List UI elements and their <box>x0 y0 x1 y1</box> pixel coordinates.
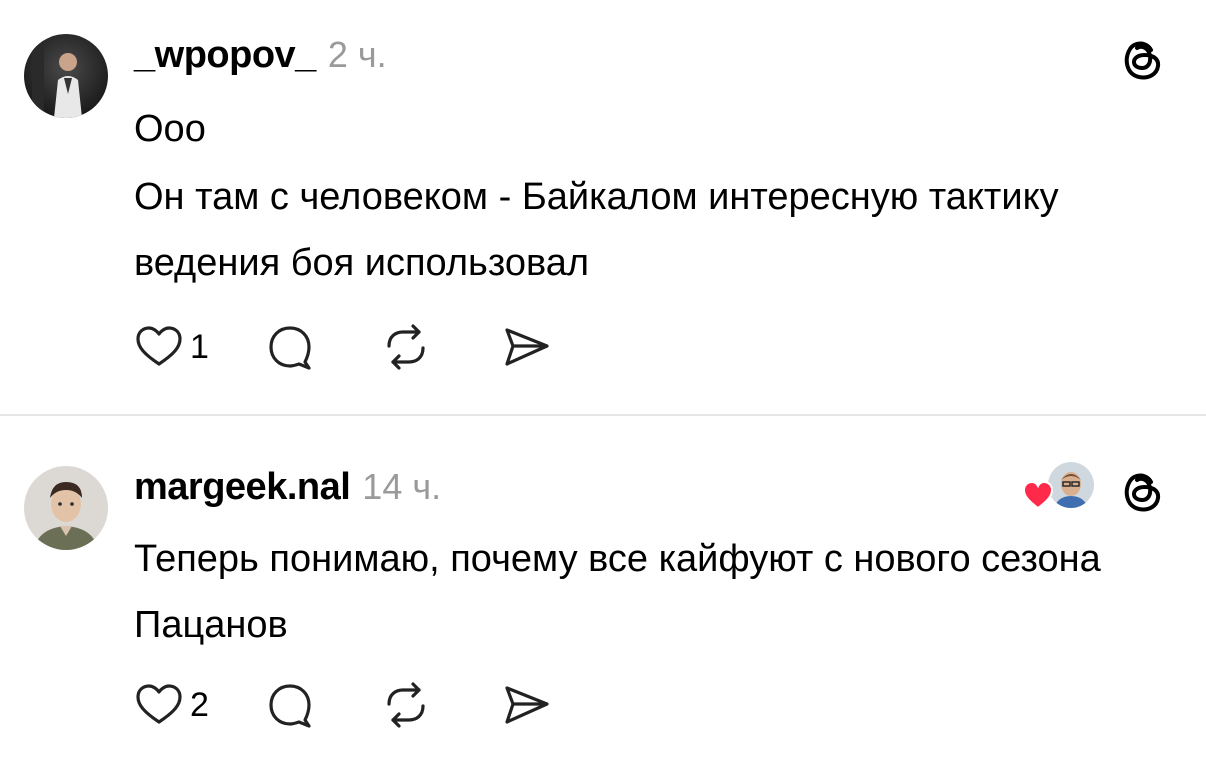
repost-icon <box>387 324 425 370</box>
comment-button[interactable] <box>265 680 315 730</box>
like-count: 2 <box>190 685 209 724</box>
post-header: margeek.nal 14 ч. <box>134 466 441 509</box>
post-actions: 2 <box>134 680 589 730</box>
post-text-line: Теперь понимаю, почему все кайфуют с нов… <box>134 538 1101 646</box>
post-header: _wpopov_ 2 ч. <box>134 34 387 77</box>
username[interactable]: margeek.nal <box>134 466 351 509</box>
post-text: Теперь понимаю, почему все кайфуют с нов… <box>134 526 1184 658</box>
like-button[interactable]: 2 <box>134 680 209 730</box>
comment-bubble-icon <box>269 684 311 728</box>
username[interactable]: _wpopov_ <box>134 34 316 77</box>
avatar[interactable] <box>24 34 108 118</box>
repost-button[interactable] <box>381 322 431 372</box>
liked-by-indicator[interactable] <box>1020 460 1096 510</box>
share-button[interactable] <box>501 322 551 372</box>
heart-outline-icon <box>136 326 182 366</box>
comment-button[interactable] <box>265 322 315 372</box>
threads-icon[interactable] <box>1120 468 1164 514</box>
comment-bubble-icon <box>269 326 311 370</box>
repost-button[interactable] <box>381 680 431 730</box>
thread-post: _wpopov_ 2 ч. Ооо Он там с человеком - Б… <box>0 0 1206 414</box>
threads-icon[interactable] <box>1120 36 1164 82</box>
repost-icon <box>387 682 425 728</box>
send-icon <box>505 328 549 366</box>
heart-outline-icon <box>136 684 182 724</box>
heart-icon <box>1022 480 1054 510</box>
thread-post: margeek.nal 14 ч. Теперь понимаю, почему… <box>0 416 1206 768</box>
post-text-line: Он там с человеком - Байкалом интересную… <box>134 176 1059 284</box>
post-text: Ооо Он там с человеком - Байкалом интере… <box>134 96 1174 296</box>
post-text-line: Ооо <box>134 108 206 150</box>
share-button[interactable] <box>501 680 551 730</box>
send-icon <box>505 686 549 724</box>
timestamp: 14 ч. <box>362 466 442 507</box>
like-count: 1 <box>190 327 209 366</box>
like-button[interactable]: 1 <box>134 322 209 372</box>
avatar[interactable] <box>24 466 108 550</box>
timestamp: 2 ч. <box>327 34 387 75</box>
post-actions: 1 <box>134 322 589 372</box>
